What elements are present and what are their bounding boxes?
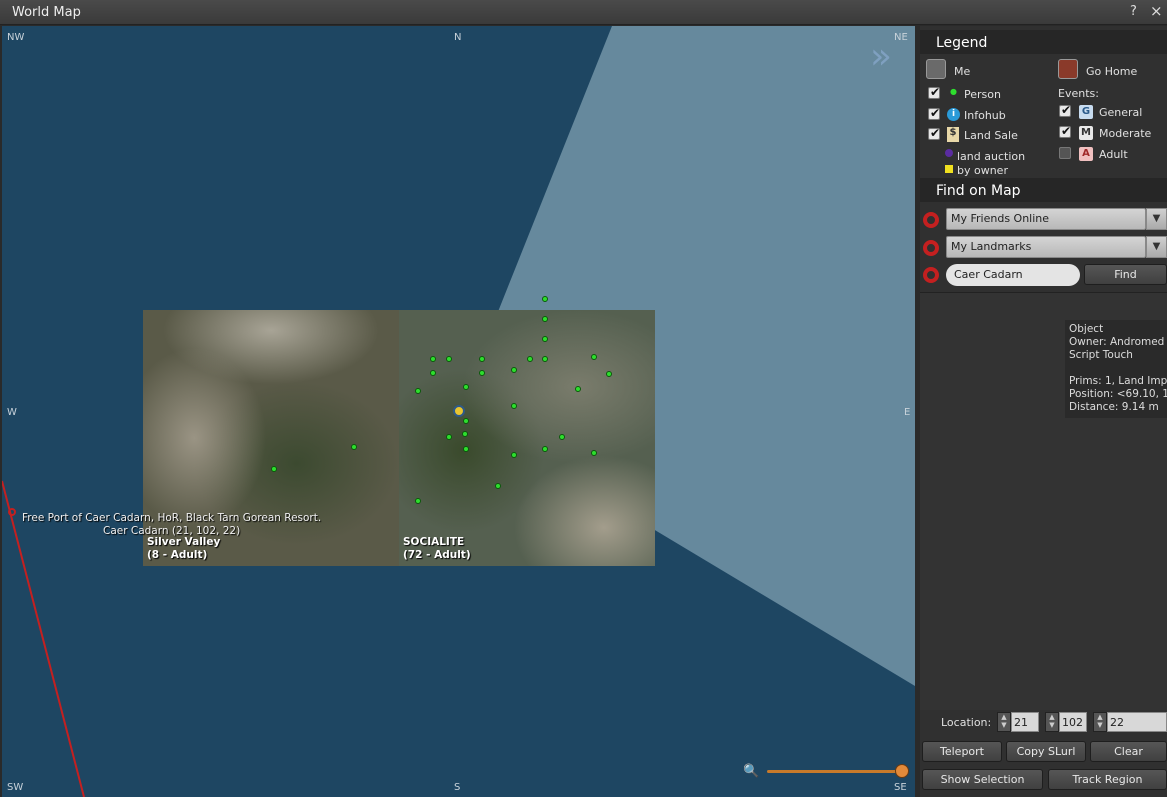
legend-title: Legend	[920, 30, 1167, 54]
help-button[interactable]: ?	[1130, 4, 1137, 19]
chevron-down-icon[interactable]: ▼	[1146, 236, 1167, 258]
find-button[interactable]: Find	[1084, 264, 1167, 285]
chevron-down-icon[interactable]: ▼	[1146, 208, 1167, 230]
z-spinner[interactable]: ▲ ▼	[1093, 712, 1107, 732]
moderate-event-icon: M	[1079, 126, 1093, 140]
me-label: Me	[954, 65, 971, 78]
by-owner-label: by owner	[957, 164, 1008, 177]
me-icon[interactable]	[926, 59, 946, 79]
moderate-checkbox[interactable]	[1059, 124, 1071, 138]
compass-e: E	[904, 407, 911, 418]
friends-dropdown[interactable]: My Friends Online	[946, 208, 1146, 230]
collapse-panel-icon[interactable]: »	[870, 39, 892, 75]
moderate-label: Moderate	[1099, 127, 1152, 140]
land-sale-label: Land Sale	[964, 129, 1018, 142]
infohub-label: Infohub	[964, 109, 1006, 122]
general-label: General	[1099, 106, 1143, 119]
location-label: Location:	[941, 716, 992, 729]
land-auction-icon	[945, 149, 953, 157]
general-event-icon: G	[1079, 105, 1093, 119]
land-sale-checkbox[interactable]	[928, 126, 940, 140]
info-icon: i	[947, 108, 960, 121]
adult-label: Adult	[1099, 148, 1128, 161]
friends-beacon-icon	[923, 212, 939, 228]
compass-w: W	[7, 407, 17, 418]
land-sale-icon: $	[947, 127, 959, 142]
home-icon[interactable]	[1058, 59, 1078, 79]
zoom-slider-thumb[interactable]	[895, 764, 909, 778]
go-home-label: Go Home	[1086, 65, 1138, 78]
land-auction-label: land auction	[957, 150, 1026, 163]
y-spinner[interactable]: ▲ ▼	[1045, 712, 1059, 732]
landmarks-dropdown[interactable]: My Landmarks	[946, 236, 1146, 258]
events-label: Events:	[1058, 87, 1099, 100]
person-dot-icon: ●	[950, 87, 957, 96]
x-spinner[interactable]: ▲ ▼	[997, 712, 1011, 732]
zoom-slider-track[interactable]	[767, 770, 902, 773]
person-label: Person	[964, 88, 1001, 101]
show-selection-button[interactable]: Show Selection	[922, 769, 1043, 790]
z-coordinate-field[interactable]: 22	[1107, 712, 1167, 732]
general-checkbox[interactable]	[1059, 103, 1071, 117]
track-region-button[interactable]: Track Region	[1048, 769, 1167, 790]
compass-se: SE	[894, 782, 907, 793]
find-on-map-title: Find on Map	[920, 178, 1167, 202]
destination-label: Free Port of Caer Cadarn, HoR, Black Tar…	[22, 512, 322, 537]
object-tooltip: Object Owner: Andromed Script Touch Prim…	[1065, 320, 1167, 418]
copy-slurl-button[interactable]: Copy SLurl	[1006, 741, 1086, 762]
search-input[interactable]: Caer Cadarn	[946, 264, 1080, 286]
compass-nw: NW	[7, 32, 25, 43]
compass-ne: NE	[894, 32, 908, 43]
by-owner-icon	[945, 165, 953, 173]
world-map-canvas[interactable]: Silver Valley (8 - Adult) SOCIALITE (72 …	[2, 26, 915, 797]
person-checkbox[interactable]	[928, 85, 940, 99]
zoom-icon: 🔍	[743, 764, 760, 779]
x-coordinate-field[interactable]: 21	[1011, 712, 1039, 732]
landmarks-beacon-icon	[923, 240, 939, 256]
compass-sw: SW	[7, 782, 24, 793]
compass-n: N	[454, 32, 462, 43]
close-button[interactable]: ×	[1150, 2, 1163, 20]
title-bar: World Map ? ×	[0, 0, 1167, 25]
teleport-button[interactable]: Teleport	[922, 741, 1002, 762]
y-coordinate-field[interactable]: 102	[1059, 712, 1087, 732]
adult-checkbox[interactable]	[1059, 147, 1071, 159]
me-marker	[453, 405, 465, 417]
clear-button[interactable]: Clear	[1090, 741, 1167, 762]
search-beacon-icon	[923, 267, 939, 283]
infohub-checkbox[interactable]	[928, 106, 940, 120]
adult-event-icon: A	[1079, 147, 1093, 161]
compass-s: S	[454, 782, 461, 793]
side-panel: Legend Me Go Home ● Person i Infohub $ L…	[920, 26, 1167, 797]
window-title: World Map	[12, 5, 81, 20]
